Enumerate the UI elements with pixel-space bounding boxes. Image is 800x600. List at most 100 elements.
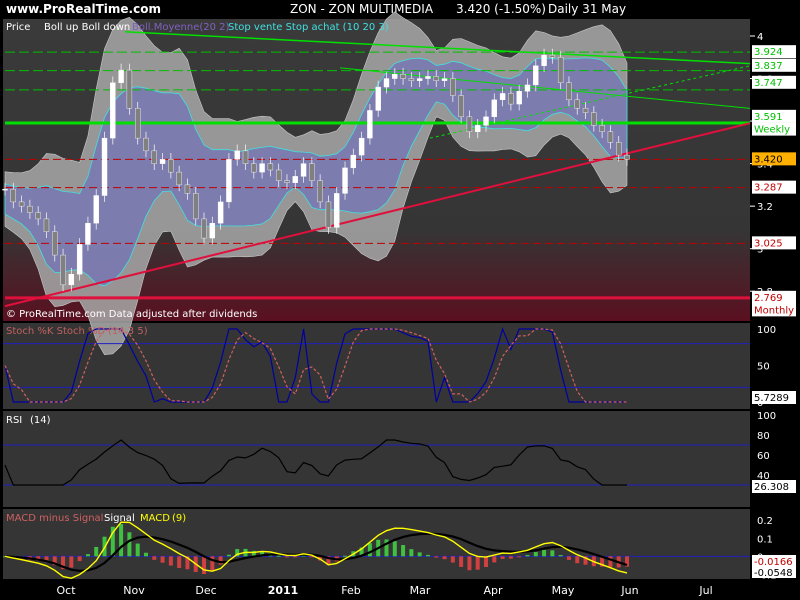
macd-histogram-bar[interactable] — [293, 556, 298, 558]
price-candle[interactable] — [425, 76, 431, 79]
macd-histogram-bar[interactable] — [450, 556, 455, 563]
price-candle[interactable] — [101, 137, 108, 196]
macd-histogram-bar[interactable] — [69, 556, 74, 568]
price-candle[interactable] — [159, 159, 166, 164]
macd-histogram-bar[interactable] — [417, 552, 422, 557]
macd-histogram-bar[interactable] — [392, 541, 397, 557]
price-candle[interactable] — [68, 274, 75, 286]
price-candle[interactable] — [85, 222, 91, 245]
price-candle[interactable] — [441, 78, 448, 81]
price-candle[interactable] — [52, 231, 58, 256]
price-candle[interactable] — [383, 78, 390, 88]
price-candle[interactable] — [607, 131, 614, 143]
price-candle[interactable] — [226, 159, 232, 203]
site-name[interactable]: www.ProRealTime.com — [6, 2, 161, 16]
macd-histogram-bar[interactable] — [202, 556, 207, 575]
price-candle[interactable] — [533, 65, 539, 86]
price-candle[interactable] — [300, 163, 307, 177]
price-candle[interactable] — [43, 218, 50, 232]
macd-histogram-bar[interactable] — [409, 549, 414, 557]
price-candle[interactable] — [591, 112, 597, 126]
macd-histogram-bar[interactable] — [168, 556, 173, 566]
price-candle[interactable] — [408, 78, 415, 81]
macd-histogram-bar[interactable] — [542, 549, 547, 557]
price-candle[interactable] — [400, 74, 406, 79]
price-chart[interactable]: www.ProRealTime.com ZON - ZON MULTIMEDIA… — [0, 0, 800, 600]
price-candle[interactable] — [599, 125, 605, 132]
macd-histogram-bar[interactable] — [459, 556, 464, 567]
price-candle[interactable] — [176, 171, 182, 186]
price-candle[interactable] — [201, 218, 207, 239]
price-candle[interactable] — [325, 201, 332, 228]
macd-histogram-bar[interactable] — [276, 555, 281, 557]
macd-histogram-bar[interactable] — [508, 556, 513, 559]
price-candle[interactable] — [624, 154, 630, 160]
price-candle[interactable] — [35, 212, 41, 220]
price-candle[interactable] — [309, 163, 315, 181]
macd-histogram-bar[interactable] — [475, 556, 480, 570]
macd-histogram-bar[interactable] — [343, 555, 348, 557]
price-candle[interactable] — [275, 169, 282, 181]
price-candle[interactable] — [134, 108, 141, 139]
price-candle[interactable] — [541, 54, 547, 66]
macd-histogram-bar[interactable] — [135, 543, 140, 557]
macd-histogram-bar[interactable] — [367, 543, 372, 557]
macd-histogram-bar[interactable] — [566, 556, 571, 560]
price-candle[interactable] — [367, 110, 373, 139]
price-candle[interactable] — [76, 244, 83, 275]
macd-histogram-bar[interactable] — [575, 556, 580, 564]
price-candle[interactable] — [574, 99, 580, 109]
price-candle[interactable] — [60, 254, 66, 286]
price-candle[interactable] — [317, 180, 323, 203]
price-candle[interactable] — [466, 116, 473, 132]
price-candle[interactable] — [234, 150, 240, 160]
price-candle[interactable] — [93, 195, 99, 224]
price-candle[interactable] — [292, 176, 298, 183]
price-candle[interactable] — [483, 116, 489, 126]
macd-histogram-bar[interactable] — [119, 524, 124, 557]
macd-histogram-bar[interactable] — [127, 532, 132, 557]
price-candle[interactable] — [334, 193, 340, 228]
price-candle[interactable] — [524, 84, 531, 92]
price-candle[interactable] — [508, 93, 514, 105]
macd-histogram-bar[interactable] — [94, 546, 99, 557]
price-candle[interactable] — [2, 188, 8, 191]
macd-histogram-bar[interactable] — [442, 556, 447, 560]
price-candle[interactable] — [18, 201, 25, 207]
price-candle[interactable] — [491, 99, 498, 118]
macd-histogram-bar[interactable] — [484, 556, 489, 568]
price-candle[interactable] — [616, 142, 622, 156]
price-candle[interactable] — [143, 137, 149, 152]
price-candle[interactable] — [184, 184, 191, 194]
price-candle[interactable] — [209, 222, 216, 239]
price-candle[interactable] — [499, 93, 506, 101]
price-candle[interactable] — [549, 54, 556, 58]
macd-histogram-bar[interactable] — [434, 556, 439, 558]
price-candle[interactable] — [416, 78, 423, 81]
macd-histogram-bar[interactable] — [160, 556, 165, 563]
macd-histogram-bar[interactable] — [401, 545, 406, 557]
price-candle[interactable] — [375, 86, 381, 111]
price-candle[interactable] — [126, 69, 133, 109]
price-candle[interactable] — [516, 91, 522, 105]
macd-histogram-bar[interactable] — [177, 556, 182, 569]
price-candle[interactable] — [392, 74, 398, 79]
macd-histogram-bar[interactable] — [425, 554, 430, 557]
price-candle[interactable] — [358, 137, 365, 156]
price-candle[interactable] — [27, 205, 33, 213]
macd-histogram-bar[interactable] — [533, 551, 538, 557]
price-candle[interactable] — [557, 57, 564, 84]
price-candle[interactable] — [168, 159, 174, 173]
price-candle[interactable] — [110, 82, 116, 139]
macd-histogram-bar[interactable] — [492, 556, 497, 563]
price-candle[interactable] — [475, 125, 481, 132]
price-candle[interactable] — [193, 193, 199, 220]
price-candle[interactable] — [582, 108, 589, 113]
macd-histogram-bar[interactable] — [558, 554, 563, 557]
macd-histogram-bar[interactable] — [517, 556, 522, 558]
price-candle[interactable] — [259, 163, 265, 173]
price-candle[interactable] — [242, 150, 249, 164]
macd-histogram-bar[interactable] — [152, 556, 157, 560]
price-candle[interactable] — [350, 154, 357, 169]
price-candle[interactable] — [284, 180, 290, 183]
